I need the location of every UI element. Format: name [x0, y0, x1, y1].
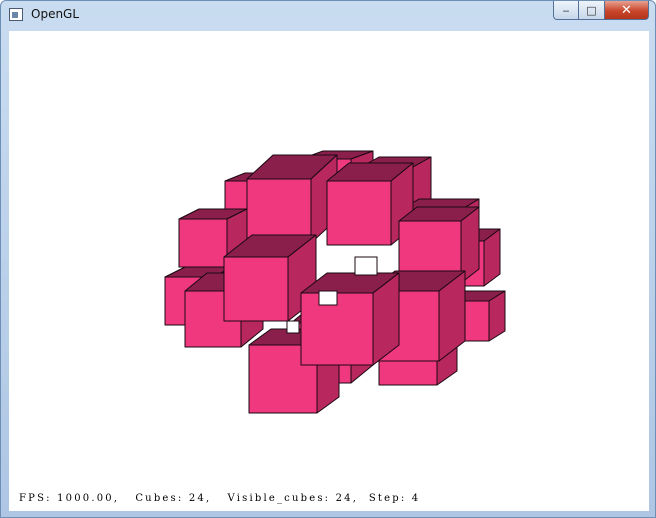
app-window-icon[interactable]: [9, 8, 23, 21]
gap-hole: [286, 320, 300, 334]
gl-canvas[interactable]: FPS: 1000.00, Cubes: 24, Visible_cubes: …: [9, 31, 649, 511]
maximize-button[interactable]: □: [579, 1, 605, 20]
opengl-window: OpenGL ‒ □ ✕ FPS: 1000.00, Cubes: 24, Vi…: [0, 0, 656, 518]
gap-hole: [318, 290, 338, 306]
cube: [246, 154, 338, 244]
close-button[interactable]: ✕: [605, 1, 649, 20]
cube: [300, 272, 400, 366]
caption-buttons: ‒ □ ✕: [553, 1, 649, 21]
status-readout: FPS: 1000.00, Cubes: 24, Visible_cubes: …: [19, 493, 421, 504]
gap-hole: [354, 256, 378, 276]
window-title: OpenGL: [31, 7, 80, 21]
minimize-button[interactable]: ‒: [553, 1, 579, 20]
title-bar[interactable]: OpenGL ‒ □ ✕: [1, 1, 655, 31]
cube-scene: [164, 150, 506, 414]
